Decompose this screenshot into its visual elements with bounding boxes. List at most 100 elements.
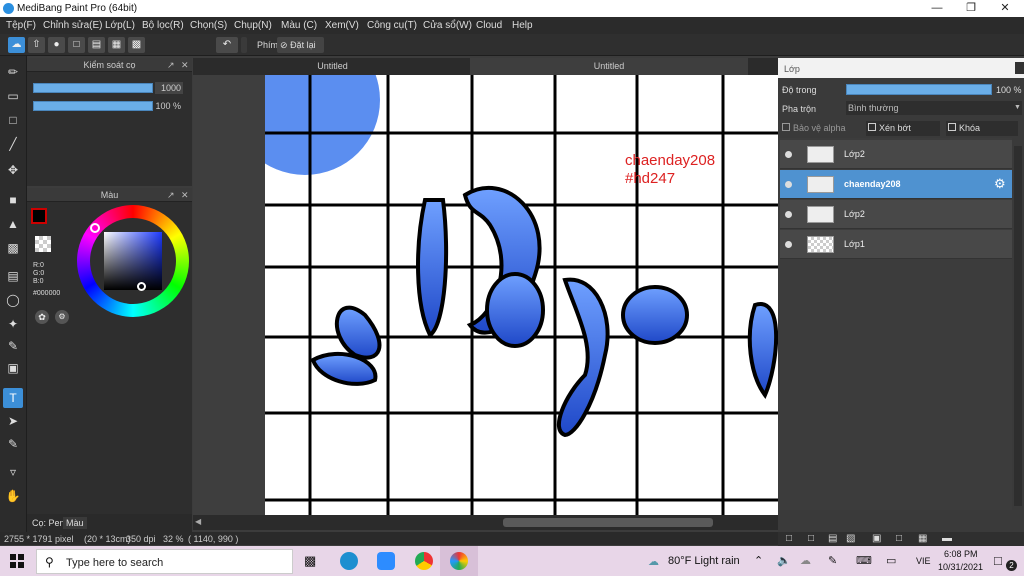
- canvas-area[interactable]: chaenday208 #hd247: [193, 75, 778, 515]
- weather-text[interactable]: 80°F Light rain: [668, 555, 740, 567]
- menu-color[interactable]: Màu (C): [281, 20, 317, 31]
- task-view-icon[interactable]: ▩: [304, 553, 316, 569]
- trash-icon[interactable]: ▬: [942, 533, 952, 544]
- visibility-icon[interactable]: [785, 241, 792, 248]
- new-layer-icon[interactable]: □: [786, 533, 792, 544]
- brush-opacity-slider[interactable]: [33, 101, 153, 111]
- layer-opacity-slider[interactable]: [846, 84, 992, 95]
- layer-item[interactable]: Lớp2: [780, 200, 1012, 229]
- chrome-icon[interactable]: [415, 552, 433, 570]
- layer-item-selected[interactable]: chaenday208 ⚙: [780, 170, 1012, 199]
- menu-window[interactable]: Cửa sổ(W): [423, 20, 472, 31]
- visibility-icon[interactable]: [785, 181, 792, 188]
- edge-icon[interactable]: [340, 552, 358, 570]
- duplicate-icon[interactable]: □: [896, 533, 902, 544]
- tab-brush-pen[interactable]: Cọ: Pen: [29, 517, 68, 529]
- gradient-tool-icon[interactable]: ▩: [3, 238, 23, 258]
- menu-select[interactable]: Chọn(S): [190, 20, 227, 31]
- pen-icon[interactable]: ✎: [828, 554, 837, 567]
- notification-icon[interactable]: □: [994, 553, 1002, 568]
- scroll-left-icon[interactable]: ◀: [195, 517, 201, 526]
- palette-icon[interactable]: ✿: [35, 310, 49, 324]
- scroll-thumb[interactable]: [503, 518, 713, 527]
- menu-help[interactable]: Help: [512, 20, 533, 31]
- hand-tool-icon[interactable]: ✋: [3, 486, 23, 506]
- lock-checkbox[interactable]: Khóa: [946, 121, 1018, 136]
- keyboard-icon[interactable]: ⌨: [856, 554, 872, 567]
- menu-capture[interactable]: Chụp(N): [234, 20, 272, 31]
- message-icon[interactable]: □: [68, 37, 85, 53]
- palette-settings-icon[interactable]: ⚙: [55, 310, 69, 324]
- minimize-button[interactable]: —: [920, 0, 954, 17]
- chevron-up-icon[interactable]: ⌃: [754, 554, 763, 567]
- folder-icon[interactable]: ▣: [872, 533, 881, 544]
- foreground-color-swatch[interactable]: [31, 208, 47, 224]
- comment-icon[interactable]: ●: [48, 37, 65, 53]
- brush-tool-icon[interactable]: ✏: [3, 62, 23, 82]
- clock-date[interactable]: 10/31/2021: [938, 562, 983, 572]
- lasso-tool-icon[interactable]: ◯: [3, 290, 23, 310]
- select-eraser-icon[interactable]: ▣: [3, 358, 23, 378]
- menu-file[interactable]: Tệp(F): [6, 20, 36, 31]
- select-pen-icon[interactable]: ✎: [3, 336, 23, 356]
- select-tool-icon[interactable]: ▤: [3, 266, 23, 286]
- hue-picker-handle[interactable]: [90, 223, 100, 233]
- taskbar-search[interactable]: ⚲ Type here to search: [36, 549, 293, 574]
- maximize-button[interactable]: ❐: [954, 0, 988, 17]
- menu-tools[interactable]: Công cụ(T): [367, 20, 417, 31]
- clock-time[interactable]: 6:08 PM: [944, 549, 978, 559]
- clipping-checkbox[interactable]: Xén bớt: [866, 121, 940, 136]
- windows-start-icon[interactable]: [10, 554, 24, 568]
- visibility-icon[interactable]: [785, 151, 792, 158]
- grid-icon[interactable]: ▦: [108, 37, 125, 53]
- menu-view[interactable]: Xem(V): [325, 20, 359, 31]
- zoom-icon[interactable]: [377, 552, 395, 570]
- operation-tool-icon[interactable]: ➤: [3, 411, 23, 431]
- tab-color[interactable]: Màu: [63, 517, 87, 529]
- undo-icon[interactable]: ↶: [216, 37, 238, 53]
- blend-mode-select[interactable]: Bình thường ▼: [846, 101, 1022, 115]
- add-layer-icon[interactable]: ▧: [846, 533, 855, 544]
- document-icon[interactable]: ▤: [88, 37, 105, 53]
- popout-icon[interactable]: ↗: [167, 188, 175, 202]
- onedrive-icon[interactable]: ☁: [800, 554, 811, 567]
- merge-icon[interactable]: ▦: [918, 533, 927, 544]
- layer-item[interactable]: Lớp1: [780, 230, 1012, 259]
- line-tool-icon[interactable]: ╱: [3, 134, 23, 154]
- horizontal-scrollbar[interactable]: ◀: [193, 515, 778, 530]
- speaker-icon[interactable]: 🔈: [777, 554, 791, 567]
- drawing-canvas[interactable]: chaenday208 #hd247: [265, 75, 778, 515]
- doc-tab-2[interactable]: Untitled: [470, 58, 748, 75]
- language-indicator[interactable]: VIE: [916, 556, 931, 566]
- eyedropper-icon[interactable]: ▿: [3, 462, 23, 482]
- cloud-icon[interactable]: ☁: [8, 37, 25, 53]
- move-tool-icon[interactable]: ✥: [3, 160, 23, 180]
- menu-layer[interactable]: Lớp(L): [105, 20, 135, 31]
- layer-item[interactable]: Lớp2: [780, 140, 1012, 169]
- fill-rect-tool-icon[interactable]: ■: [3, 190, 23, 210]
- visibility-icon[interactable]: [785, 211, 792, 218]
- medibang-taskbar-button[interactable]: [440, 546, 478, 576]
- close-panel-icon[interactable]: ✕: [181, 188, 189, 202]
- menu-cloud[interactable]: Cloud: [476, 20, 502, 31]
- layer-scrollbar[interactable]: [1014, 146, 1022, 506]
- eraser-tool-icon[interactable]: ▭: [3, 86, 23, 106]
- menu-filter[interactable]: Bộ lọc(R): [142, 20, 184, 31]
- doc-tab-1[interactable]: Untitled: [195, 58, 470, 75]
- display-icon[interactable]: ▭: [886, 554, 896, 567]
- magic-wand-icon[interactable]: ✦: [3, 314, 23, 334]
- saturation-value-square[interactable]: [104, 232, 162, 290]
- brush-size-value[interactable]: 1000: [155, 82, 183, 94]
- dropper-tool-icon[interactable]: ✎: [3, 434, 23, 454]
- close-panel-icon[interactable]: ✕: [181, 58, 189, 72]
- menu-edit[interactable]: Chỉnh sửa(E): [43, 20, 103, 31]
- transparent-swatch[interactable]: [35, 236, 51, 252]
- rectangle-tool-icon[interactable]: □: [3, 110, 23, 130]
- color-picker-handle[interactable]: [137, 282, 146, 291]
- reset-button[interactable]: ⊘ Đặt lại: [277, 37, 324, 53]
- brush-size-slider[interactable]: [33, 83, 153, 93]
- protect-alpha-checkbox[interactable]: Bảo vệ alpha: [782, 121, 862, 136]
- page-icon[interactable]: ▤: [828, 533, 837, 544]
- copy-layer-icon[interactable]: □: [808, 533, 814, 544]
- text-tool-icon[interactable]: T: [3, 388, 23, 408]
